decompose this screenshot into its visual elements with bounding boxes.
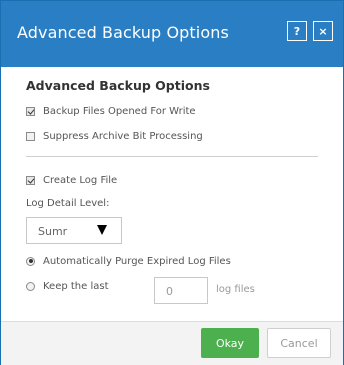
keep-last-unit: log files xyxy=(216,284,255,295)
backup-open-files-checkbox[interactable] xyxy=(26,106,35,116)
log-detail-value: Sumr xyxy=(38,225,68,238)
keep-last-radio[interactable] xyxy=(26,281,35,291)
keep-last-count-input[interactable]: 0 xyxy=(154,277,208,304)
help-button[interactable]: ? xyxy=(287,21,307,41)
suppress-archive-bit-label: Suppress Archive Bit Processing xyxy=(43,130,203,142)
okay-button[interactable]: Okay xyxy=(201,328,259,358)
auto-purge-label: Automatically Purge Expired Log Files xyxy=(43,255,231,267)
dialog-title: Advanced Backup Options xyxy=(17,23,229,42)
create-log-file-label: Create Log File xyxy=(43,174,118,186)
keep-last-label: Keep the last xyxy=(43,280,109,292)
cancel-button[interactable]: Cancel xyxy=(267,328,331,358)
close-icon: × xyxy=(318,24,328,38)
close-button[interactable]: × xyxy=(313,21,333,41)
dialog-titlebar: Advanced Backup Options ? × xyxy=(1,1,343,67)
create-log-file-checkbox[interactable] xyxy=(26,175,35,185)
dropdown-arrow-icon xyxy=(97,225,107,235)
help-icon: ? xyxy=(293,24,301,38)
dialog-footer: Okay Cancel xyxy=(1,321,343,365)
auto-purge-option[interactable]: Automatically Purge Expired Log Files xyxy=(26,254,231,268)
section-title: Advanced Backup Options xyxy=(26,78,210,93)
backup-open-files-label: Backup Files Opened For Write xyxy=(43,105,196,117)
section-divider xyxy=(26,156,318,157)
backup-open-files-option[interactable]: Backup Files Opened For Write xyxy=(26,104,196,118)
create-log-file-option[interactable]: Create Log File xyxy=(26,173,117,187)
log-detail-select[interactable]: Sumr xyxy=(26,217,122,244)
keep-last-option[interactable]: Keep the last xyxy=(26,279,109,293)
log-detail-label: Log Detail Level: xyxy=(26,198,110,209)
auto-purge-radio[interactable] xyxy=(26,256,35,266)
advanced-backup-options-dialog: Advanced Backup Options ? × Advanced Bac… xyxy=(0,0,344,365)
suppress-archive-bit-checkbox[interactable] xyxy=(26,131,35,141)
suppress-archive-bit-option[interactable]: Suppress Archive Bit Processing xyxy=(26,129,203,143)
